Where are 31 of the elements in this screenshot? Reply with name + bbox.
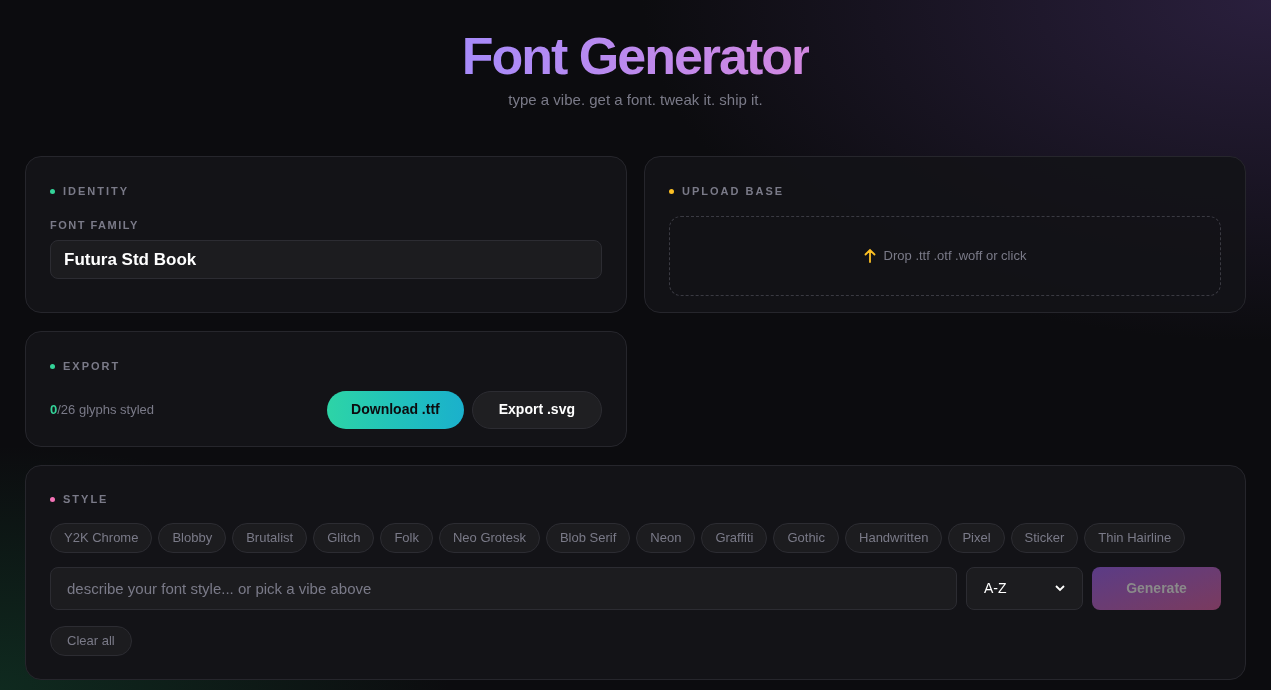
drop-hint: Drop .ttf .otf .woff or click — [883, 246, 1027, 265]
drop-zone[interactable]: Drop .ttf .otf .woff or click — [669, 215, 1221, 296]
style-chip[interactable]: Folk — [380, 522, 433, 553]
page-subtitle: type a vibe. get a font. tweak it. ship it. — [508, 90, 763, 110]
chevron-down-icon — [1055, 584, 1065, 592]
style-chip[interactable]: Gothic — [773, 522, 839, 553]
style-prompt-field[interactable]: describe your font style... or pick a vibe above — [50, 566, 957, 610]
style-chip[interactable]: Glitch — [313, 522, 375, 553]
style-chip[interactable]: Neo Grotesk — [438, 522, 540, 553]
style-chip[interactable]: Blob Serif — [545, 522, 631, 553]
download-button[interactable]: Download .ttf — [327, 390, 464, 429]
export-button[interactable]: Export .svg — [471, 390, 602, 429]
range-select[interactable]: A-Z — [966, 566, 1083, 610]
style-chip[interactable]: Blobby — [158, 522, 227, 553]
clear-all-button[interactable]: Clear all — [50, 625, 132, 656]
field-label: FONT FAMILY — [50, 217, 140, 233]
upload-arrow-icon — [863, 248, 876, 263]
style-chip[interactable]: Graffiti — [701, 522, 768, 553]
section-heading: EXPORT — [63, 359, 121, 374]
style-chip[interactable]: Thin Hairline — [1084, 522, 1186, 553]
font-family-field[interactable]: Futura Std Book — [50, 240, 602, 279]
style-chip[interactable]: Sticker — [1010, 522, 1079, 553]
style-chip[interactable]: Brutalist — [232, 522, 308, 553]
glyph-count: 0/26 glyphs styled — [50, 400, 155, 419]
section-heading: UPLOAD BASE — [682, 184, 785, 199]
style-chip[interactable]: Y2K Chrome — [50, 522, 153, 553]
section-heading: IDENTITY — [63, 184, 130, 199]
section-heading: STYLE — [63, 492, 109, 507]
style-chip[interactable]: Neon — [636, 522, 696, 553]
style-chip[interactable]: Pixel — [948, 522, 1005, 553]
style-chip[interactable]: Handwritten — [845, 522, 943, 553]
